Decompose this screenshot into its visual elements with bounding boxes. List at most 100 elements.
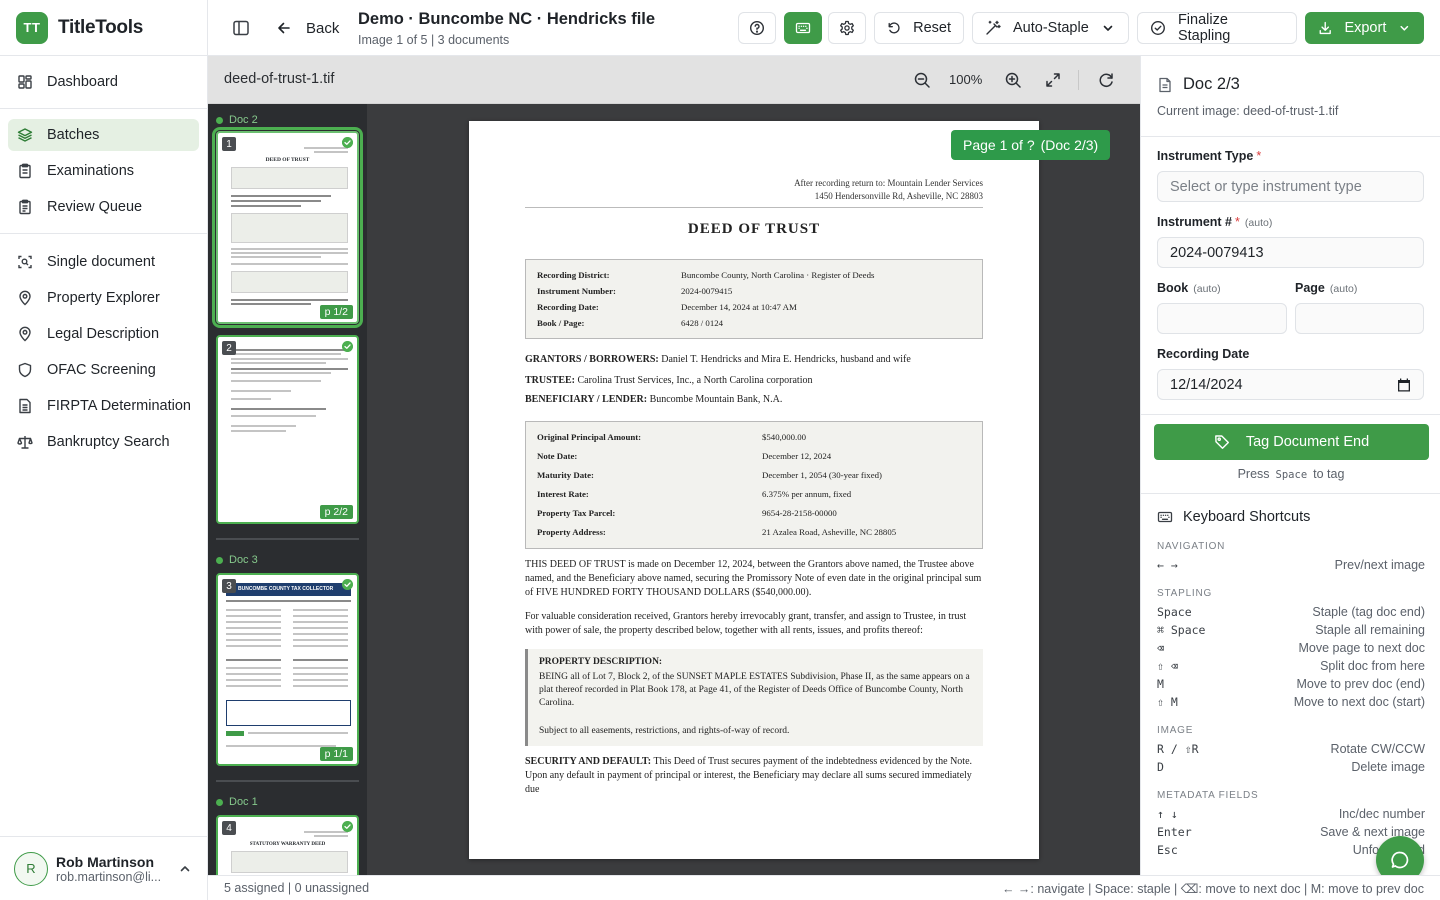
sidebar-item-dashboard[interactable]: Dashboard (8, 66, 199, 98)
thumb-line (293, 673, 348, 675)
tag-document-end-button[interactable]: Tag Document End (1154, 424, 1429, 460)
group-dot (216, 116, 223, 124)
sidebar-item-legal-description[interactable]: Legal Description (8, 318, 199, 350)
loan-key: Property Tax Parcel: (537, 508, 616, 518)
auto-hint: (auto) (1329, 283, 1358, 295)
shortcut-row: D Delete image (1157, 760, 1425, 774)
tag-button-label: Tag Document End (1245, 434, 1370, 450)
thumb-line (226, 633, 281, 635)
rec-value: 6428 / 0124 (681, 318, 724, 328)
chevron-up-icon[interactable] (178, 862, 192, 876)
status-bar: 5 assigned | 0 unassigned ← →: navigate … (208, 875, 1440, 900)
user-email: rob.martinson@li... (56, 869, 162, 884)
sidebar-item-review-queue[interactable]: Review Queue (8, 191, 199, 223)
auto-staple-label: Auto-Staple (1013, 20, 1089, 36)
document-canvas[interactable]: After recording return to: Mountain Lend… (367, 104, 1140, 875)
brand[interactable]: TT TitleTools (0, 0, 207, 56)
thumb-line (314, 835, 348, 837)
panel-title-text: Doc 2/3 (1183, 75, 1240, 93)
help-button[interactable] (738, 12, 776, 44)
thumbnail-2[interactable]: 2 p 2/2 (216, 335, 359, 524)
keyboard-shortcuts-button[interactable] (784, 12, 822, 44)
loan-value: 6.375% per annum, fixed (762, 489, 852, 499)
rec-key: Recording Date: (537, 302, 599, 312)
recording-box: Recording District: Buncombe County, Nor… (525, 259, 983, 339)
layers-icon (17, 128, 33, 142)
divider (1141, 414, 1440, 415)
page-title: Demo · Buncombe NC · Hendricks file (358, 10, 656, 28)
thumbnail-4[interactable]: STATUTORY WARRANTY DEED 4 (216, 815, 359, 875)
nav-group-main: Dashboard (0, 56, 207, 109)
keyboard-icon (1157, 511, 1173, 523)
page-subtitle: Image 1 of 5 | 3 documents (358, 33, 510, 47)
thumbnail-strip[interactable]: Doc 2 DEED OF TRUST 1 p 1/2 2 p 2/2 Doc … (208, 104, 367, 875)
required-mark: * (1256, 149, 1262, 163)
user-info: Rob Martinson rob.martinson@li... (56, 854, 168, 884)
thumb-line (231, 408, 326, 410)
top-header: Back Demo · Buncombe NC · Hendricks file… (208, 0, 1440, 56)
thumb-page-label: p 2/2 (319, 505, 353, 519)
instrument-type-input[interactable]: Select or type instrument type (1157, 171, 1424, 202)
check-icon (342, 341, 353, 352)
chevron-down-icon (1400, 25, 1409, 31)
user-menu[interactable]: R Rob Martinson rob.martinson@li... (0, 836, 207, 900)
group-label-doc2: Doc 2 (216, 114, 258, 126)
thumb-line (293, 659, 348, 661)
shortcut-row: ⇧ M Move to next doc (start) (1157, 695, 1425, 709)
auto-hint: (auto) (1244, 217, 1273, 229)
loan-value: December 1, 2054 (30-year fixed) (762, 470, 882, 480)
book-input[interactable] (1157, 303, 1287, 334)
nav-group-work: Batches Examinations Review Queue (0, 109, 207, 234)
recording-date-input[interactable]: 12/14/2024 (1157, 369, 1424, 400)
back-button[interactable]: Back (276, 16, 339, 40)
zoom-out-icon[interactable] (913, 71, 931, 89)
recording-date-value: 12/14/2024 (1170, 376, 1243, 393)
shortcut-row: ⌘ Space Staple all remaining (1157, 623, 1425, 637)
sidebar-item-label: Bankruptcy Search (47, 434, 170, 450)
thumb-line (293, 685, 348, 687)
zoom-in-icon[interactable] (1004, 71, 1022, 89)
zoom-level: 100% (949, 72, 983, 87)
thumb-line (226, 639, 281, 641)
sidebar-item-property-explorer[interactable]: Property Explorer (8, 282, 199, 314)
loan-value: December 12, 2024 (762, 451, 832, 461)
sidebar-item-firpta-determination[interactable]: FIRPTA Determination (8, 390, 199, 422)
keyboard-shortcuts-title: Keyboard Shortcuts (1157, 509, 1310, 525)
reset-button[interactable]: Reset (874, 12, 964, 44)
sidebar-item-single-document[interactable]: Single document (8, 246, 199, 278)
sidebar-toggle-icon[interactable] (232, 19, 250, 37)
shortcut-row: ← → Prev/next image (1157, 558, 1425, 572)
panel-title: Doc 2/3 (1157, 75, 1240, 94)
settings-button[interactable] (828, 12, 866, 44)
thumb-line (231, 252, 348, 254)
auto-staple-button[interactable]: Auto-Staple (972, 12, 1129, 44)
page-input[interactable] (1295, 303, 1424, 334)
avatar: R (14, 851, 48, 886)
thumbnail-1[interactable]: DEED OF TRUST 1 p 1/2 (212, 127, 363, 328)
fit-screen-icon[interactable] (1044, 71, 1062, 89)
rotate-cw-icon[interactable] (1097, 71, 1115, 89)
instrument-number-input[interactable]: 2024-0079413 (1157, 237, 1424, 268)
document-title: DEED OF TRUST (687, 221, 821, 237)
sidebar-item-label: OFAC Screening (47, 362, 156, 378)
thumb-line (226, 679, 281, 681)
sidebar-item-ofac-screening[interactable]: OFAC Screening (8, 354, 199, 386)
sidebar-item-examinations[interactable]: Examinations (8, 155, 199, 187)
export-button[interactable]: Export (1305, 12, 1424, 44)
metadata-panel: Doc 2/3 Current image: deed-of-trust-1.t… (1140, 56, 1440, 875)
rotate-ccw-icon (888, 22, 900, 34)
tag-icon (1214, 435, 1229, 449)
app-root: TT TitleTools Dashboard Batches Examinat… (0, 0, 1440, 900)
calendar-icon[interactable] (1397, 378, 1411, 392)
thumbnail-3[interactable]: BUNCOMBE COUNTY TAX COLLECTOR 3 p 1/1 (216, 573, 359, 766)
property-description-subject: Subject to all easements, restrictions, … (539, 726, 790, 736)
sidebar-item-batches[interactable]: Batches (8, 119, 199, 151)
scan-document-icon (18, 255, 32, 269)
thumb-title: BUNCOMBE COUNTY TAX COLLECTOR (238, 586, 334, 592)
thumb-line (231, 263, 348, 265)
thumb-line (231, 205, 301, 207)
viewer-filename: deed-of-trust-1.tif (224, 71, 335, 87)
property-description-title: PROPERTY DESCRIPTION: (539, 657, 663, 667)
finalize-stapling-button[interactable]: Finalize Stapling (1137, 12, 1297, 44)
sidebar-item-bankruptcy-search[interactable]: Bankruptcy Search (8, 426, 199, 458)
